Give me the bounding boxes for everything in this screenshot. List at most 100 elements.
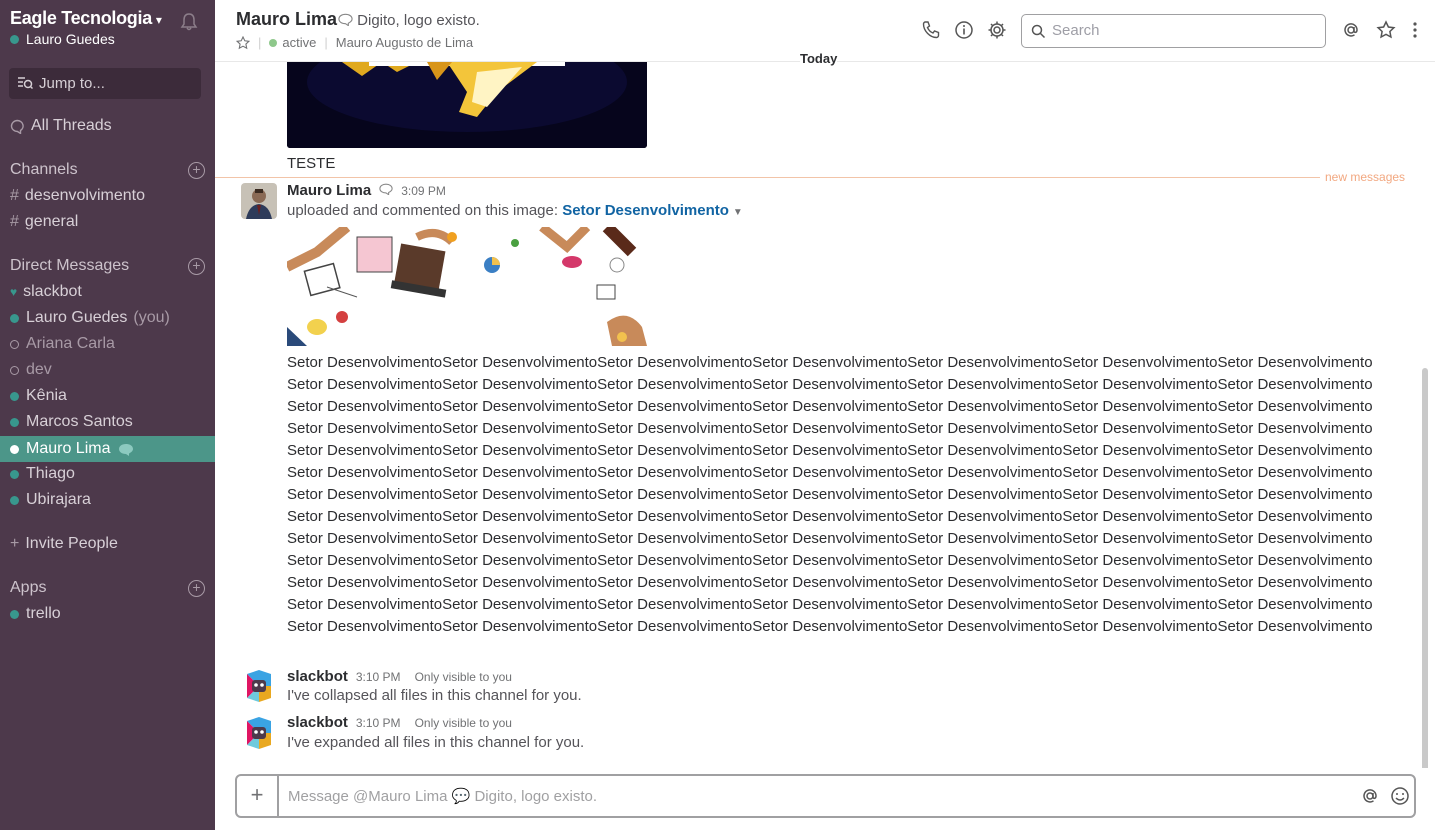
- star-icon[interactable]: [236, 35, 250, 50]
- message-author[interactable]: slackbot: [287, 668, 348, 685]
- divider: |: [324, 35, 328, 50]
- speech-bubble-icon: [338, 13, 353, 27]
- file-link[interactable]: Setor Desenvolvimento: [562, 202, 729, 219]
- jump-to-button[interactable]: Jump to...: [9, 68, 201, 99]
- previous-image[interactable]: [287, 62, 647, 148]
- sidebar-item-dm[interactable]: Kênia: [0, 383, 215, 409]
- phone-icon[interactable]: [921, 20, 941, 40]
- previous-caption: TESTE: [287, 155, 336, 172]
- you-suffix: (you): [133, 309, 170, 326]
- dm-name: Ubirajara: [26, 491, 91, 508]
- add-channel-icon[interactable]: +: [188, 161, 205, 179]
- sidebar-item-channel[interactable]: # desenvolvimento: [0, 183, 215, 209]
- sidebar-item-app[interactable]: trello: [0, 601, 215, 627]
- avatar[interactable]: [241, 668, 277, 704]
- sidebar-item-dm[interactable]: Ariana Carla: [0, 331, 215, 357]
- message-timestamp[interactable]: 3:10 PM: [356, 670, 401, 684]
- channel-name: general: [24, 213, 79, 230]
- hash-icon: #: [10, 187, 19, 204]
- visibility-note: Only visible to you: [414, 670, 512, 684]
- channel-name: desenvolvimento: [24, 187, 145, 204]
- gear-icon[interactable]: [987, 20, 1007, 40]
- all-threads-label: All Threads: [31, 117, 112, 134]
- search-placeholder: Search: [1052, 22, 1100, 39]
- sidebar-item-dm[interactable]: Marcos Santos: [0, 409, 215, 435]
- emoji-icon[interactable]: [1390, 786, 1410, 806]
- upload-description: uploaded and commented on this image: Se…: [287, 202, 743, 219]
- sidebar-item-channel[interactable]: # general: [0, 209, 215, 235]
- app-name: trello: [26, 605, 61, 622]
- message-text: I've expanded all files in this channel …: [287, 734, 585, 751]
- channels-heading[interactable]: Channels: [10, 161, 78, 179]
- presence-dot: [10, 365, 19, 375]
- divider: |: [258, 35, 262, 50]
- direct-messages-header[interactable]: Direct Messages +: [10, 257, 205, 275]
- message-list[interactable]: TESTE new messages Mauro Lima 3:09 PM up…: [215, 62, 1435, 768]
- jump-to-icon: [18, 77, 33, 90]
- presence-dot: [10, 313, 19, 323]
- dm-name: dev: [26, 361, 52, 378]
- team-name[interactable]: Eagle Tecnologia ▾: [10, 8, 205, 29]
- channel-title[interactable]: Mauro Lima: [236, 9, 337, 30]
- sidebar-item-dm[interactable]: Lauro Guedes (you): [0, 305, 215, 331]
- presence-dot: [10, 391, 19, 401]
- visibility-note: Only visible to you: [414, 716, 512, 730]
- team-menu[interactable]: Eagle Tecnologia ▾ Lauro Guedes: [10, 8, 205, 52]
- sidebar-item-dm[interactable]: Thiago: [0, 461, 215, 487]
- presence-label: active: [282, 35, 317, 50]
- add-app-icon[interactable]: +: [188, 579, 205, 597]
- sidebar-item-dm-active[interactable]: Mauro Lima: [0, 436, 215, 462]
- message-input[interactable]: Message @Mauro Lima 💬 Digito, logo exist…: [288, 787, 597, 805]
- message-timestamp[interactable]: 3:09 PM: [401, 184, 446, 198]
- message-author[interactable]: slackbot: [287, 714, 348, 731]
- presence-dot: [10, 339, 19, 349]
- bell-icon[interactable]: [179, 12, 199, 32]
- heart-icon: ♥: [10, 285, 18, 299]
- channel-status: Digito, logo existo.: [338, 12, 480, 29]
- sidebar-item-all-threads[interactable]: All Threads: [0, 113, 215, 139]
- sidebar: Eagle Tecnologia ▾ Lauro Guedes Jump to..…: [0, 0, 215, 830]
- upload-action: uploaded and commented on this image:: [287, 202, 559, 219]
- sidebar-item-dm[interactable]: dev: [0, 357, 215, 383]
- active-dot: [269, 39, 278, 47]
- dm-name: Lauro Guedes: [26, 309, 128, 326]
- message-timestamp[interactable]: 3:10 PM: [356, 716, 401, 730]
- avatar[interactable]: [241, 715, 277, 751]
- scrollbar-thumb[interactable]: [1422, 368, 1428, 768]
- mention-icon[interactable]: [1360, 786, 1380, 806]
- message-author[interactable]: Mauro Lima: [287, 182, 371, 199]
- add-dm-icon[interactable]: +: [188, 257, 205, 275]
- new-messages-label: new messages: [1325, 170, 1406, 184]
- dm-name: Kênia: [26, 387, 67, 404]
- info-icon[interactable]: [954, 20, 974, 40]
- dm-name: slackbot: [23, 283, 82, 300]
- avatar[interactable]: [241, 183, 277, 219]
- sidebar-item-dm[interactable]: Ubirajara: [0, 487, 215, 513]
- presence-dot: [10, 417, 19, 427]
- message-composer[interactable]: + Message @Mauro Lima 💬 Digito, logo exi…: [235, 774, 1416, 818]
- uploaded-image[interactable]: [284, 222, 647, 346]
- current-user-name: Lauro Guedes: [26, 31, 115, 47]
- invite-people-link[interactable]: + Invite People: [0, 531, 215, 557]
- channels-header[interactable]: Channels +: [10, 161, 205, 179]
- invite-people-label: Invite People: [25, 535, 118, 552]
- message-comment: Setor DesenvolvimentoSetor Desenvolvimen…: [287, 354, 1373, 635]
- caret-down-icon[interactable]: ▼: [733, 207, 743, 218]
- current-user[interactable]: Lauro Guedes: [10, 31, 205, 47]
- presence-dot: [10, 34, 19, 44]
- add-attachment-button[interactable]: +: [237, 776, 279, 816]
- message-text: I've collapsed all files in this channel…: [287, 687, 582, 704]
- status-speech-icon: [119, 443, 134, 456]
- apps-heading[interactable]: Apps: [10, 579, 46, 597]
- search-icon: [1031, 24, 1046, 39]
- presence-dot: [10, 609, 19, 619]
- presence-dot: [10, 495, 19, 505]
- sidebar-item-dm[interactable]: ♥ slackbot: [0, 279, 215, 305]
- mentions-icon[interactable]: [1341, 20, 1361, 40]
- apps-header[interactable]: Apps +: [10, 579, 205, 597]
- full-name: Mauro Augusto de Lima: [335, 35, 474, 50]
- more-options-icon[interactable]: [1405, 20, 1425, 40]
- star-icon[interactable]: [1376, 20, 1396, 40]
- direct-messages-heading[interactable]: Direct Messages: [10, 257, 129, 275]
- search-input[interactable]: Search: [1021, 14, 1326, 48]
